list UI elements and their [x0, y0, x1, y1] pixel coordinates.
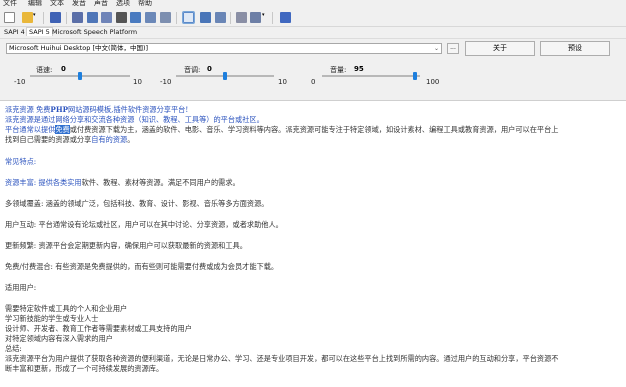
- text-line: 用户互动: 平台通常设有论坛或社区，用户可以在其中讨论、分享资源，或者求助他人。: [5, 220, 283, 229]
- preset-button[interactable]: 预设: [540, 41, 610, 56]
- save-icon[interactable]: [50, 12, 61, 23]
- document-view-icon[interactable]: [182, 11, 195, 24]
- toolbar-separator: [43, 12, 44, 24]
- section-heading: 适用用户:: [5, 283, 37, 292]
- toolbar-separator: [230, 12, 231, 24]
- rate-value: 0: [61, 65, 66, 73]
- pitch-label: 音调:: [184, 66, 201, 74]
- toolbar-separator: [272, 12, 273, 24]
- pitch-value: 0: [207, 65, 212, 73]
- text-line: 派克资源 免费PHP网站源码模板,插件软件资源分享平台!: [5, 105, 189, 114]
- more-button[interactable]: ...: [447, 43, 459, 54]
- menu-sound[interactable]: 声音: [94, 0, 108, 8]
- toolbar: ▾ ▾: [0, 9, 626, 27]
- record-icon[interactable]: [145, 12, 156, 23]
- text-editor[interactable]: 派克资源 免费PHP网站源码模板,插件软件资源分享平台! 派克资源是通过网络分享…: [0, 100, 626, 387]
- text-line: 对特定领域内容有深入需求的用户: [5, 334, 113, 343]
- new-icon[interactable]: [4, 12, 15, 23]
- text-line: 派克资源平台为用户提供了获取各种资源的便利渠道，无论是日常办公、学习、还是专业项…: [5, 354, 559, 363]
- tab-speech-platform[interactable]: Microsoft Speech Platform: [50, 28, 139, 36]
- text-line: 总结:: [5, 344, 22, 353]
- toolbar-separator: [176, 12, 177, 24]
- dropdown-arrow-icon[interactable]: ▾: [262, 12, 267, 23]
- tab-sapi5[interactable]: SAPI 5: [26, 27, 53, 36]
- edit-view-icon[interactable]: [200, 12, 211, 23]
- volume-label: 音量:: [330, 66, 347, 74]
- about-button[interactable]: 关于: [465, 41, 535, 56]
- list-icon[interactable]: [250, 12, 261, 23]
- menu-help[interactable]: 帮助: [138, 0, 152, 8]
- volume-min: 0: [311, 78, 316, 86]
- rate-label: 语速:: [36, 66, 53, 74]
- menu-options[interactable]: 选项: [116, 0, 130, 8]
- volume-max: 100: [426, 78, 440, 86]
- text-line: 设计师、开发者、教育工作者等需要素材或工具支持的用户: [5, 324, 192, 333]
- rate-slider[interactable]: [78, 72, 82, 80]
- rate-max: 10: [133, 78, 142, 86]
- pitch-max: 10: [278, 78, 287, 86]
- stop-icon[interactable]: [116, 12, 127, 23]
- speak-icon[interactable]: [87, 12, 98, 23]
- dropdown-arrow-icon[interactable]: ▾: [33, 12, 38, 23]
- text-line: 断丰富和更新，形成了一个可持续发展的资源库。: [5, 364, 164, 373]
- text-line: 平台通常以提供免费或付费资源下载为主，涵盖的软件、电影、音乐、学习资料等内容。派…: [5, 125, 559, 134]
- pitch-min: -10: [160, 78, 172, 86]
- play-file-icon[interactable]: [160, 12, 171, 23]
- menu-edit[interactable]: 编辑: [28, 0, 42, 8]
- tab-sapi4[interactable]: SAPI 4: [2, 28, 27, 36]
- help-icon[interactable]: [280, 12, 291, 23]
- voice-select[interactable]: Microsoft Huihui Desktop [中文(简体，中国)] ⌄: [6, 43, 442, 54]
- pitch-slider[interactable]: [223, 72, 227, 80]
- pause-icon[interactable]: [101, 12, 112, 23]
- text-line: 更新频繁: 资源平台会定期更新内容，确保用户可以获取最新的资源和工具。: [5, 241, 247, 250]
- skip-icon[interactable]: [130, 12, 141, 23]
- text-line: 派克资源是通过网络分享和交流各种资源（知识、教程、工具等）的平台或社区。: [5, 115, 264, 124]
- editor-scrollbar[interactable]: [622, 101, 626, 387]
- text-line: 多领域覆盖: 涵盖的领域广泛，包括科技、教育、设计、影视、音乐等多方面资源。: [5, 199, 269, 208]
- voice-selected-label: Microsoft Huihui Desktop [中文(简体，中国)]: [9, 44, 149, 52]
- text-line: 学习新技能的学生或专业人士: [5, 314, 99, 323]
- rate-min: -10: [14, 78, 26, 86]
- text-line: 需要特定软件或工具的个人和企业用户: [5, 304, 128, 313]
- text-line: 资源丰富: 提供各类实用软件、教程、素材等资源。满足不同用户的需求。: [5, 178, 240, 187]
- text-line: 免费/付费混合: 有些资源是免费提供的，而有些则可能需要付费或成为会员才能下载。: [5, 262, 279, 271]
- menu-pronunciation[interactable]: 发音: [72, 0, 86, 8]
- export-icon[interactable]: [72, 12, 83, 23]
- menu-file[interactable]: 文件: [3, 0, 17, 8]
- selection-highlight: 免费: [55, 125, 70, 134]
- open-folder-icon[interactable]: [22, 12, 33, 23]
- text-format-icon[interactable]: [215, 12, 226, 23]
- text-line: 找到自己需要的资源或分享自有的资源。: [5, 135, 135, 144]
- toolbar-separator: [66, 12, 67, 24]
- volume-slider[interactable]: [413, 72, 418, 80]
- engine-tabs: SAPI 4 SAPI 5 Microsoft Speech Platform: [0, 27, 626, 38]
- chevron-down-icon: ⌄: [433, 45, 439, 52]
- menu-text[interactable]: 文本: [50, 0, 64, 8]
- section-heading: 常见特点:: [5, 157, 37, 166]
- volume-track: [322, 75, 420, 77]
- volume-value: 95: [354, 65, 364, 73]
- settings-icon[interactable]: [236, 12, 247, 23]
- menu-bar: 文件 编辑 文本 发音 声音 选项 帮助: [0, 0, 626, 9]
